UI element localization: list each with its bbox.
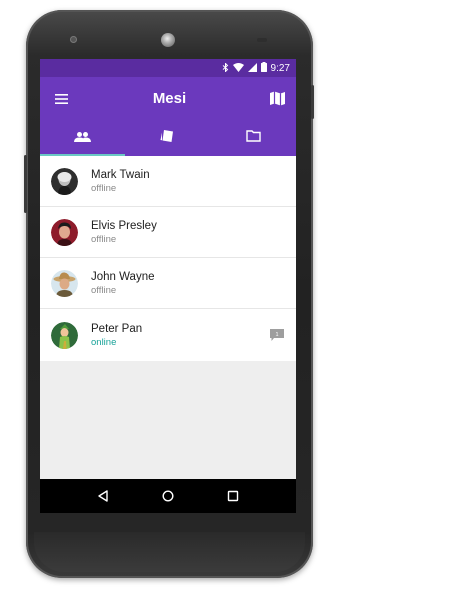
contact-row-peter-pan[interactable]: Peter Pan online 1 (40, 309, 296, 361)
tab-contacts[interactable] (40, 120, 125, 156)
avatar (51, 218, 78, 246)
back-icon[interactable] (92, 485, 114, 507)
light-sensor (257, 38, 267, 42)
volume-button (24, 155, 27, 213)
unread-count: 1 (275, 332, 278, 338)
contact-name: John Wayne (91, 270, 155, 283)
folder-icon (246, 129, 261, 147)
contact-status: online (91, 336, 117, 348)
screen: 9:27 Mesi Mark Twain offline Elvis Presl… (40, 59, 296, 513)
cards-icon (160, 129, 175, 148)
wifi-icon (232, 62, 244, 74)
contact-name: Mark Twain (91, 168, 150, 181)
contact-row-mark-twain[interactable]: Mark Twain offline (40, 156, 296, 207)
front-camera (161, 33, 175, 47)
menu-icon[interactable] (52, 90, 70, 108)
contact-row-john-wayne[interactable]: John Wayne offline (40, 258, 296, 309)
contact-status: offline (91, 284, 117, 296)
contact-row-elvis-presley[interactable]: Elvis Presley offline (40, 207, 296, 258)
contact-status: offline (91, 233, 117, 245)
status-bar: 9:27 (40, 59, 296, 77)
map-icon[interactable] (269, 90, 287, 108)
proximity-sensor (70, 36, 77, 43)
contact-name: Peter Pan (91, 322, 143, 335)
status-time: 9:27 (270, 62, 290, 74)
home-icon[interactable] (157, 485, 179, 507)
recents-icon[interactable] (222, 485, 244, 507)
signal-icon (247, 62, 257, 74)
people-icon (74, 129, 92, 147)
tab-folder[interactable] (211, 120, 296, 156)
contact-status: offline (91, 182, 117, 194)
bluetooth-icon (222, 61, 229, 74)
contact-name: Elvis Presley (91, 219, 157, 232)
tab-cards[interactable] (125, 120, 210, 156)
avatar (51, 269, 78, 297)
avatar (51, 167, 78, 195)
contact-list: Mark Twain offline Elvis Presley offline… (40, 156, 296, 361)
power-button (311, 85, 314, 119)
tab-bar (40, 120, 296, 156)
chat-bubble-icon[interactable]: 1 (270, 328, 284, 342)
app-title: Mesi (152, 90, 187, 107)
navigation-bar (40, 479, 296, 513)
battery-icon (260, 62, 267, 74)
app-bar: Mesi (40, 77, 296, 120)
avatar (51, 321, 78, 349)
